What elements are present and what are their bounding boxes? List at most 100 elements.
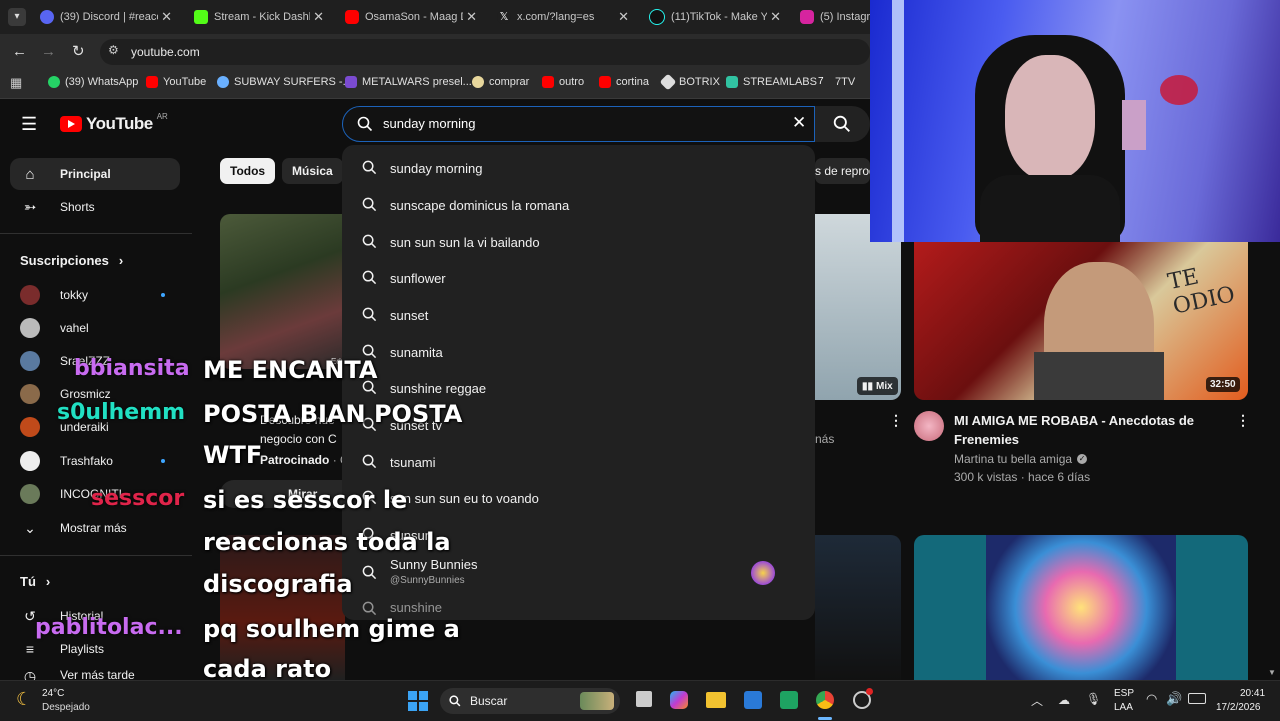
sidebar-sub-tokky[interactable]: tokky bbox=[20, 281, 88, 309]
video-title[interactable]: MI AMIGA ME ROBABA - Anecdotas de Frenem… bbox=[954, 411, 1199, 449]
tab-list-dropdown-icon[interactable]: ▾ bbox=[8, 8, 26, 26]
clock-time[interactable]: 20:41 bbox=[1240, 688, 1265, 699]
channel-avatar[interactable] bbox=[914, 411, 944, 441]
youtube-logo[interactable]: YouTube AR bbox=[60, 112, 168, 134]
bookmark-metalwars[interactable]: METALWARS presel... bbox=[345, 76, 472, 88]
new-content-dot bbox=[161, 293, 165, 297]
bookmark-whatsapp[interactable]: (39) WhatsApp bbox=[48, 76, 138, 88]
tab-kick[interactable]: Stream - Kick Dashb ✕ bbox=[194, 6, 324, 28]
apps-grid-icon[interactable]: ▦ bbox=[10, 75, 22, 91]
microphone-icon[interactable]: 🎙 bbox=[1086, 692, 1101, 706]
sidebar-item-shorts[interactable]: ➳ Shorts bbox=[10, 191, 180, 223]
video-thumbnail-frenemies[interactable]: TE ODIO bbox=[914, 242, 1248, 400]
store-icon[interactable] bbox=[744, 691, 762, 709]
search-suggestion[interactable]: sun sun sun eu to voando bbox=[342, 480, 815, 516]
input-language-2[interactable]: LAA bbox=[1114, 702, 1133, 713]
bookmark-subway-surfers[interactable]: SUBWAY SURFERS -... bbox=[217, 76, 352, 88]
video-thumbnail-psychedelic[interactable] bbox=[914, 535, 1248, 680]
video-meta: 300 k vistas · hace 6 días bbox=[954, 470, 1091, 484]
file-explorer-icon[interactable] bbox=[706, 692, 726, 708]
tab-youtube-osamason[interactable]: OsamaSon - Maag D ✕ bbox=[345, 6, 477, 28]
close-tab-icon[interactable]: ✕ bbox=[158, 9, 172, 25]
tab-label: (11)TikTok - Make Yo bbox=[671, 11, 774, 23]
back-arrow-icon[interactable]: ← bbox=[12, 43, 27, 60]
tiktok-icon bbox=[649, 9, 665, 25]
cloud-icon[interactable]: ☁ bbox=[1058, 693, 1070, 707]
tab-discord[interactable]: (39) Discord | #reacc ✕ bbox=[40, 6, 172, 28]
close-tab-icon[interactable]: ✕ bbox=[463, 9, 477, 25]
bookmark-youtube[interactable]: YouTube bbox=[146, 76, 206, 88]
scroll-down-arrow-icon[interactable]: ▼ bbox=[1268, 668, 1276, 677]
search-suggestion-channel[interactable]: Sunny Bunnies @SunnyBunnies bbox=[342, 554, 815, 592]
bookmark-comprar[interactable]: comprar bbox=[472, 76, 529, 88]
channel-name-row[interactable]: Martina tu bella amiga ✓ bbox=[954, 452, 1088, 466]
address-bar[interactable]: ⚙ youtube.com bbox=[100, 39, 870, 65]
chip-label: Todos bbox=[230, 164, 266, 178]
chip-all[interactable]: Todos bbox=[220, 158, 276, 184]
forward-arrow-icon[interactable]: → bbox=[41, 43, 56, 60]
sidebar-item-watch-later[interactable]: ◷ Ver más tarde bbox=[20, 668, 135, 680]
show-more-button[interactable]: ⌄ Mostrar más bbox=[20, 514, 127, 542]
spreadsheet-icon[interactable] bbox=[780, 691, 798, 709]
chat-message: reaccionas toda la bbox=[203, 528, 451, 556]
video-thumbnail-dark[interactable] bbox=[815, 535, 901, 680]
chevron-down-icon: ⌄ bbox=[24, 519, 36, 536]
tab-instagram[interactable]: (5) Instagra bbox=[800, 6, 870, 28]
task-view-icon[interactable] bbox=[636, 691, 652, 707]
tab-x[interactable]: 𝕏 x.com/?lang=es ✕ bbox=[497, 6, 629, 28]
search-suggestion[interactable]: sunamita bbox=[342, 334, 815, 370]
clock-date[interactable]: 17/2/2026 bbox=[1216, 702, 1261, 713]
volume-icon[interactable]: 🔊 bbox=[1166, 691, 1182, 707]
bookmark-7tv[interactable]: 7 7TV bbox=[818, 76, 855, 88]
search-suggestion[interactable]: sunday morning bbox=[342, 150, 815, 186]
wifi-icon[interactable]: ◠ bbox=[1146, 691, 1157, 707]
chevron-up-icon[interactable]: ︿ bbox=[1031, 692, 1043, 709]
sidebar-sub-trashfako[interactable]: Trashfako bbox=[20, 447, 113, 475]
you-header[interactable]: Tú › bbox=[20, 574, 50, 589]
more-options-icon[interactable]: ⋮ bbox=[889, 412, 903, 429]
search-button[interactable] bbox=[815, 106, 870, 142]
battery-icon[interactable] bbox=[1188, 693, 1206, 704]
subscriptions-header[interactable]: Suscripciones › bbox=[20, 253, 123, 268]
mix-icon: ▮▮ bbox=[862, 380, 874, 392]
bookmark-outro[interactable]: outro bbox=[542, 76, 584, 88]
search-input[interactable]: sunday morning ✕ bbox=[342, 106, 815, 142]
bookmark-label: METALWARS presel... bbox=[362, 76, 472, 88]
close-tab-icon[interactable]: ✕ bbox=[615, 9, 629, 25]
chip-music[interactable]: Música bbox=[282, 158, 343, 184]
search-suggestion[interactable]: tsunami bbox=[342, 444, 815, 480]
copilot-icon[interactable] bbox=[670, 691, 688, 709]
taskbar-search[interactable]: Buscar bbox=[440, 688, 620, 714]
hamburger-menu-icon[interactable]: ☰ bbox=[21, 114, 37, 135]
bookmark-cortina[interactable]: cortina bbox=[599, 76, 649, 88]
input-language-1[interactable]: ESP bbox=[1114, 688, 1134, 699]
close-tab-icon[interactable]: ✕ bbox=[767, 9, 781, 25]
sidebar-sub-vahel[interactable]: vahel bbox=[20, 314, 89, 342]
search-suggestion[interactable]: sunflower bbox=[342, 260, 815, 296]
clear-search-icon[interactable]: ✕ bbox=[792, 113, 806, 133]
search-suggestion[interactable]: sun sun sun la vi bailando bbox=[342, 224, 815, 260]
reload-icon[interactable]: ↻ bbox=[72, 42, 85, 60]
more-options-icon[interactable]: ⋮ bbox=[1236, 412, 1250, 429]
bookmark-label: comprar bbox=[489, 76, 530, 88]
chrome-icon[interactable] bbox=[816, 691, 834, 709]
bookmark-botrix[interactable]: BOTRIX bbox=[659, 73, 720, 91]
weather-status: Despejado bbox=[42, 702, 90, 713]
search-suggestion[interactable]: sunset bbox=[342, 297, 815, 333]
ad-thumbnail[interactable] bbox=[220, 214, 345, 369]
avatar bbox=[20, 384, 40, 404]
start-button[interactable] bbox=[408, 691, 428, 711]
bookmark-streamlabs[interactable]: STREAMLABS bbox=[726, 76, 817, 88]
channel-suggestion-name: Sunny Bunnies bbox=[390, 557, 478, 572]
sidebar-item-home[interactable]: ⌂ Principal bbox=[10, 158, 180, 190]
search-suggestion[interactable]: sunscape dominicus la romana bbox=[342, 187, 815, 223]
shorts-icon: ➳ bbox=[23, 199, 37, 216]
home-icon: ⌂ bbox=[25, 165, 35, 183]
logo-text: YouTube bbox=[86, 114, 153, 133]
site-settings-icon[interactable]: ⚙ bbox=[108, 43, 119, 57]
tab-tiktok[interactable]: (11)TikTok - Make Yo ✕ bbox=[649, 6, 781, 28]
chip-playlists[interactable]: s de reprod bbox=[815, 158, 870, 184]
close-tab-icon[interactable]: ✕ bbox=[310, 9, 324, 25]
bookmark-label: SUBWAY SURFERS -... bbox=[234, 76, 352, 88]
chat-username: pablitolac... bbox=[35, 615, 183, 640]
